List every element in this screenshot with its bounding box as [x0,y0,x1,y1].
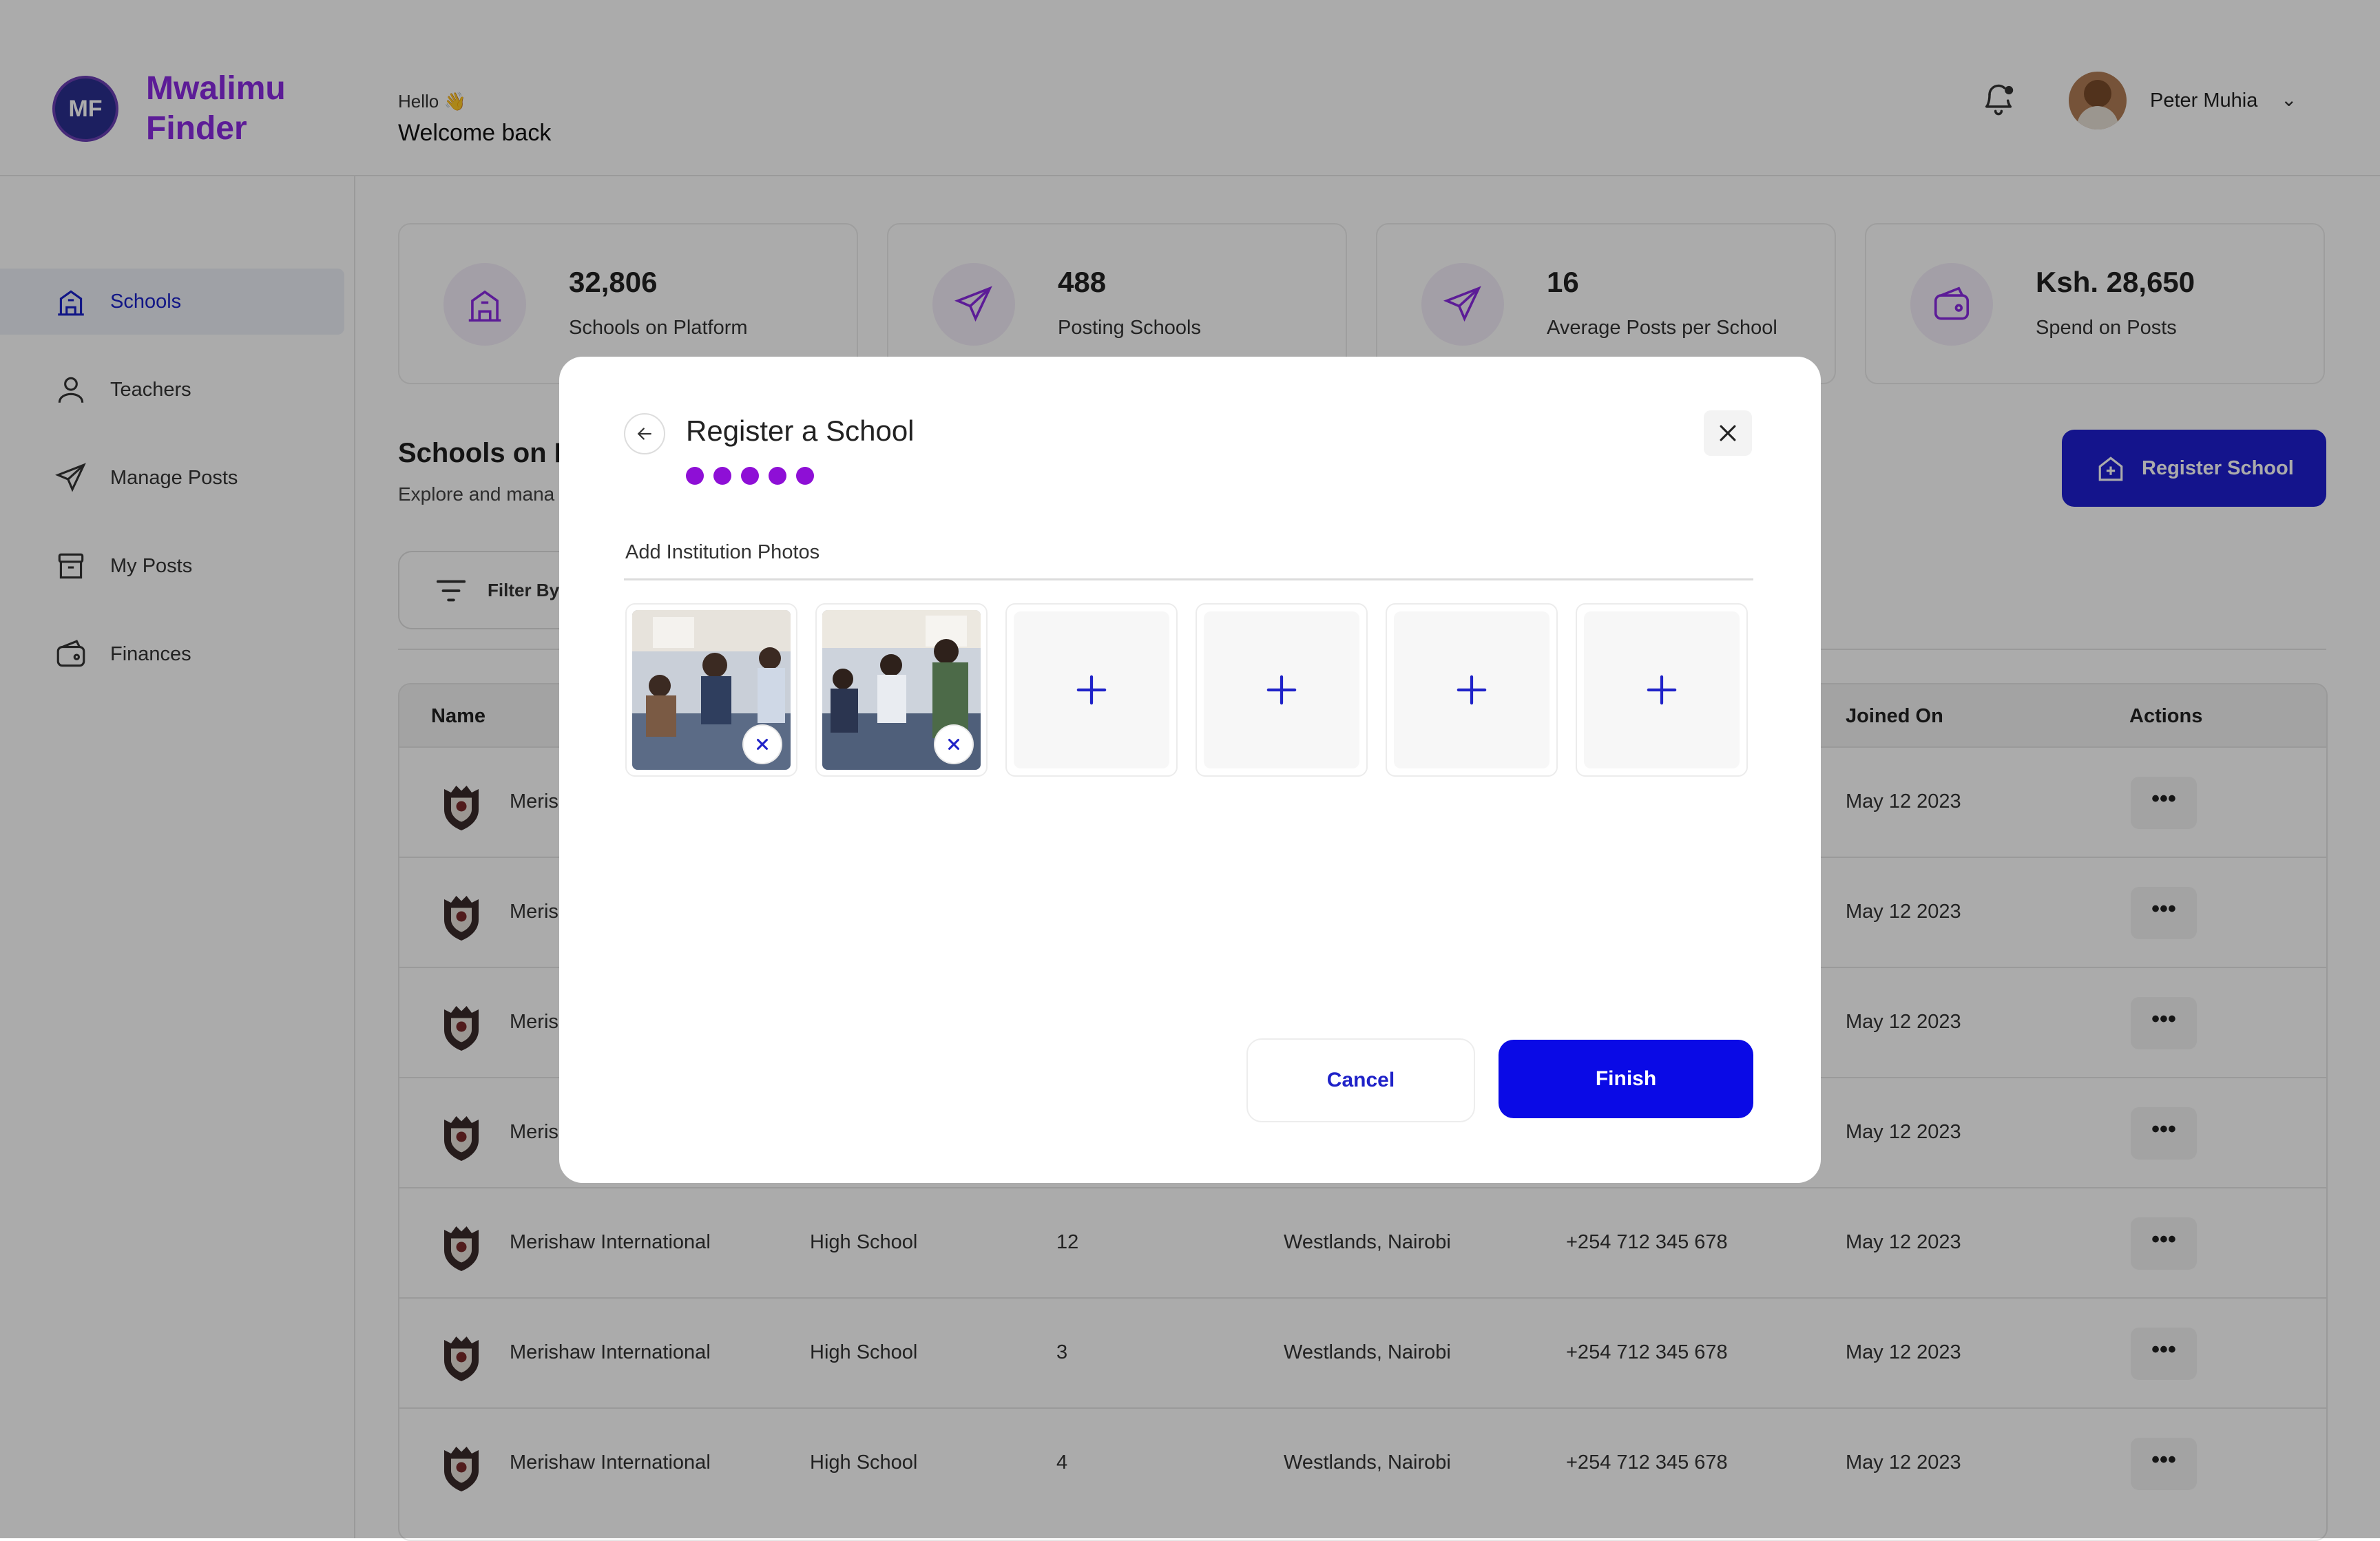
step-progress [686,467,814,485]
close-icon [1720,425,1736,441]
section-label: Add Institution Photos [625,541,820,563]
plus-icon [1076,675,1107,705]
plus-icon [1647,675,1677,705]
cancel-label: Cancel [1326,1069,1395,1091]
back-button[interactable] [624,413,665,454]
add-photo-area [1014,611,1169,768]
dashboard-background: MF Mwalimu Finder Hello 👋 Welcome back P… [0,0,2380,1541]
arrow-left-icon [637,428,651,440]
modal-title: Register a School [686,415,915,447]
photo-tile [815,603,988,777]
step-dot [796,467,814,485]
step-dot [769,467,786,485]
finish-button[interactable]: Finish [1499,1040,1753,1118]
close-icon [757,739,768,750]
add-photo-slot[interactable] [1576,603,1748,777]
step-dot [686,467,704,485]
add-photo-area [1394,611,1549,768]
finish-label: Finish [1595,1067,1657,1090]
plus-icon [1457,675,1487,705]
remove-photo-button[interactable] [935,726,972,763]
add-photo-slot[interactable] [1005,603,1178,777]
plus-icon [1266,675,1297,705]
close-button[interactable] [1704,410,1752,456]
remove-photo-button[interactable] [744,726,781,763]
add-photo-slot[interactable] [1386,603,1558,777]
add-photo-area [1204,611,1359,768]
register-school-modal: Register a School Add Institution Photos [559,357,1821,1183]
add-photo-slot[interactable] [1196,603,1368,777]
section-divider [624,578,1753,580]
step-dot [713,467,731,485]
step-dot [741,467,759,485]
photo-tile [625,603,797,777]
cancel-button[interactable]: Cancel [1246,1038,1475,1122]
add-photo-area [1584,611,1740,768]
close-icon [948,739,959,750]
